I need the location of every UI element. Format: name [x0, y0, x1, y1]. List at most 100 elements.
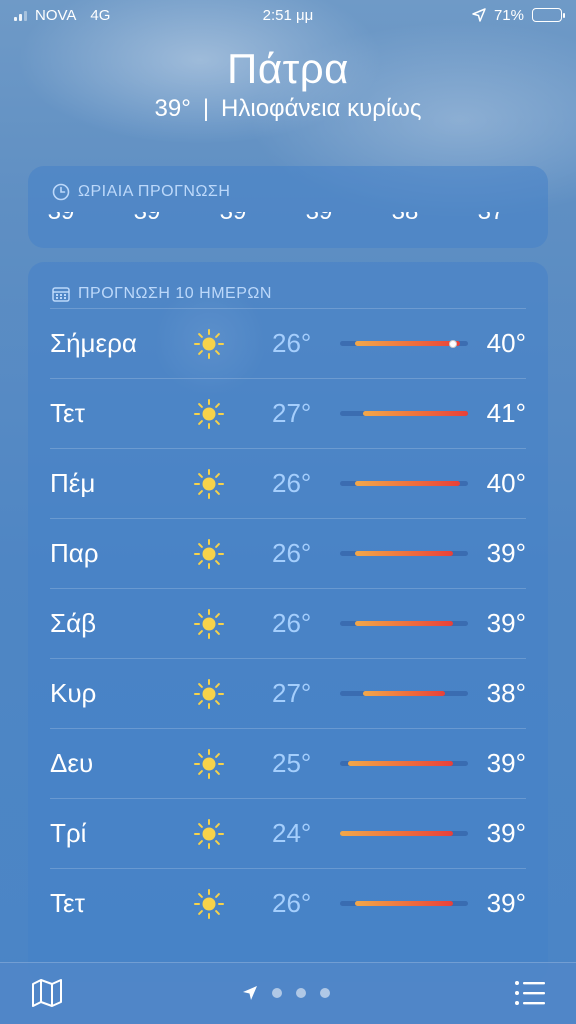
sun-icon: [194, 678, 224, 709]
high-temperature: 41°: [486, 398, 526, 428]
day-name: Σάβ: [50, 608, 97, 638]
day-row[interactable]: Τρί 24° 39°: [50, 798, 526, 868]
current-temp-marker: [448, 339, 457, 348]
page-dot[interactable]: [320, 988, 330, 998]
temperature-range-bar: [340, 411, 468, 416]
city-name: Πάτρα: [227, 45, 349, 92]
day-row[interactable]: Κυρ 27° 38°: [50, 658, 526, 728]
temperature-range-bar: [340, 621, 468, 626]
temperature-range-bar: [340, 339, 468, 348]
temperature-range-bar: [340, 551, 468, 556]
sun-icon: [194, 748, 224, 779]
temperature-range-fill: [347, 761, 453, 766]
day-name: Σήμερα: [50, 328, 137, 358]
map-icon: [32, 979, 62, 1007]
calendar-icon: [52, 287, 70, 302]
temperature-range-fill: [355, 481, 461, 486]
hourly-forecast-card[interactable]: ΩΡΙΑΙΑ ΠΡΟΓΝΩΣΗ: [28, 166, 548, 248]
low-temperature: 24°: [272, 818, 312, 848]
temperature-range-bar: [340, 901, 468, 906]
page-dot[interactable]: [272, 988, 282, 998]
battery-icon: [532, 8, 565, 22]
hourly-temp: 39: [208, 212, 258, 226]
ten-day-forecast-card[interactable]: ΠΡΟΓΝΩΣΗ 10 ΗΜΕΡΩΝ Σήμερα 26° 40° Τετ 27° 41°…: [28, 262, 548, 982]
high-temperature: 39°: [486, 608, 526, 638]
day-row[interactable]: Δευ 25° 39°: [50, 728, 526, 798]
sun-icon: [194, 468, 224, 499]
hourly-temp: 39: [36, 212, 86, 226]
current-condition: Ηλιοφάνεια κυρίως: [221, 95, 422, 122]
temperature-range-fill: [340, 831, 453, 836]
high-temperature: 38°: [486, 678, 526, 708]
sun-icon: [194, 328, 224, 359]
day-rows: Σήμερα 26° 40° Τετ 27° 41° Πέμ 26° 40° Παρ 26° 39° Σ…: [50, 308, 526, 938]
day-name: Παρ: [50, 538, 99, 568]
clock-icon: [52, 183, 70, 201]
day-name: Τρί: [50, 818, 87, 848]
day-row[interactable]: Πέμ 26° 40°: [50, 448, 526, 518]
low-temperature: 26°: [272, 538, 312, 568]
current-temperature: 39°: [154, 95, 191, 122]
day-row[interactable]: Σήμερα 26° 40°: [50, 308, 526, 378]
sun-icon: [194, 398, 224, 429]
high-temperature: 39°: [486, 538, 526, 568]
hourly-temp: 39: [122, 212, 172, 226]
summary-separator: |: [202, 95, 210, 122]
signal-icon: [14, 9, 27, 21]
temperature-range-fill: [355, 621, 453, 626]
temperature-range-bar: [340, 691, 468, 696]
high-temperature: 39°: [486, 888, 526, 918]
low-temperature: 27°: [272, 678, 312, 708]
page-indicator[interactable]: [242, 985, 330, 1001]
high-temperature: 40°: [486, 328, 526, 358]
day-name: Πέμ: [50, 468, 96, 498]
page-dot[interactable]: [296, 988, 306, 998]
high-temperature: 40°: [486, 468, 526, 498]
sun-icon: [194, 818, 224, 849]
temperature-range-fill: [355, 901, 453, 906]
location-arrow-icon: [243, 986, 257, 1000]
day-name: Τετ: [50, 888, 85, 918]
day-row[interactable]: Σάβ 26° 39°: [50, 588, 526, 658]
day-row[interactable]: Παρ 26° 39°: [50, 518, 526, 588]
low-temperature: 26°: [272, 328, 312, 358]
status-bar: NOVA 4G 2:51 μμ 71%: [0, 0, 576, 30]
status-left: NOVA 4G: [14, 7, 110, 24]
bottom-toolbar: [0, 962, 576, 1024]
hourly-temps-strip[interactable]: 39 39 39 39 38 37: [28, 212, 548, 230]
high-temperature: 39°: [486, 748, 526, 778]
map-button[interactable]: [30, 977, 64, 1014]
low-temperature: 25°: [272, 748, 312, 778]
day-row[interactable]: Τετ 26° 39°: [50, 868, 526, 938]
sun-icon: [194, 538, 224, 569]
ten-day-title: ΠΡΟΓΝΩΣΗ 10 ΗΜΕΡΩΝ: [28, 262, 548, 308]
carrier-name: NOVA: [35, 6, 77, 24]
low-temperature: 26°: [272, 888, 312, 918]
sun-icon: [194, 888, 224, 919]
temperature-range-bar: [340, 481, 468, 486]
hourly-title-text: ΩΡΙΑΙΑ ΠΡΟΓΝΩΣΗ: [78, 183, 231, 200]
day-name: Δευ: [50, 748, 94, 778]
locations-list-button[interactable]: [514, 979, 546, 1012]
hourly-temp: 39: [294, 212, 344, 226]
day-name: Τετ: [50, 398, 85, 428]
hourly-forecast-title: ΩΡΙΑΙΑ ΠΡΟΓΝΩΣΗ: [28, 166, 548, 201]
temperature-range-fill: [355, 341, 461, 346]
temperature-range-fill: [362, 411, 468, 416]
location-services-icon: [472, 8, 486, 22]
sun-icon: [194, 608, 224, 639]
hourly-temp: 38: [380, 212, 430, 226]
list-icon: [515, 981, 545, 1005]
low-temperature: 27°: [272, 398, 312, 428]
day-row[interactable]: Τετ 27° 41°: [50, 378, 526, 448]
ten-day-title-text: ΠΡΟΓΝΩΣΗ 10 ΗΜΕΡΩΝ: [78, 285, 272, 302]
temperature-range-fill: [362, 691, 446, 696]
current-summary: 39° | Ηλιοφάνεια κυρίως: [0, 94, 576, 124]
temperature-range-fill: [355, 551, 453, 556]
low-temperature: 26°: [272, 608, 312, 638]
hourly-temp: 37: [466, 212, 516, 226]
day-name: Κυρ: [50, 678, 97, 708]
low-temperature: 26°: [272, 468, 312, 498]
temperature-range-bar: [340, 831, 468, 836]
status-right: 71%: [472, 7, 565, 24]
